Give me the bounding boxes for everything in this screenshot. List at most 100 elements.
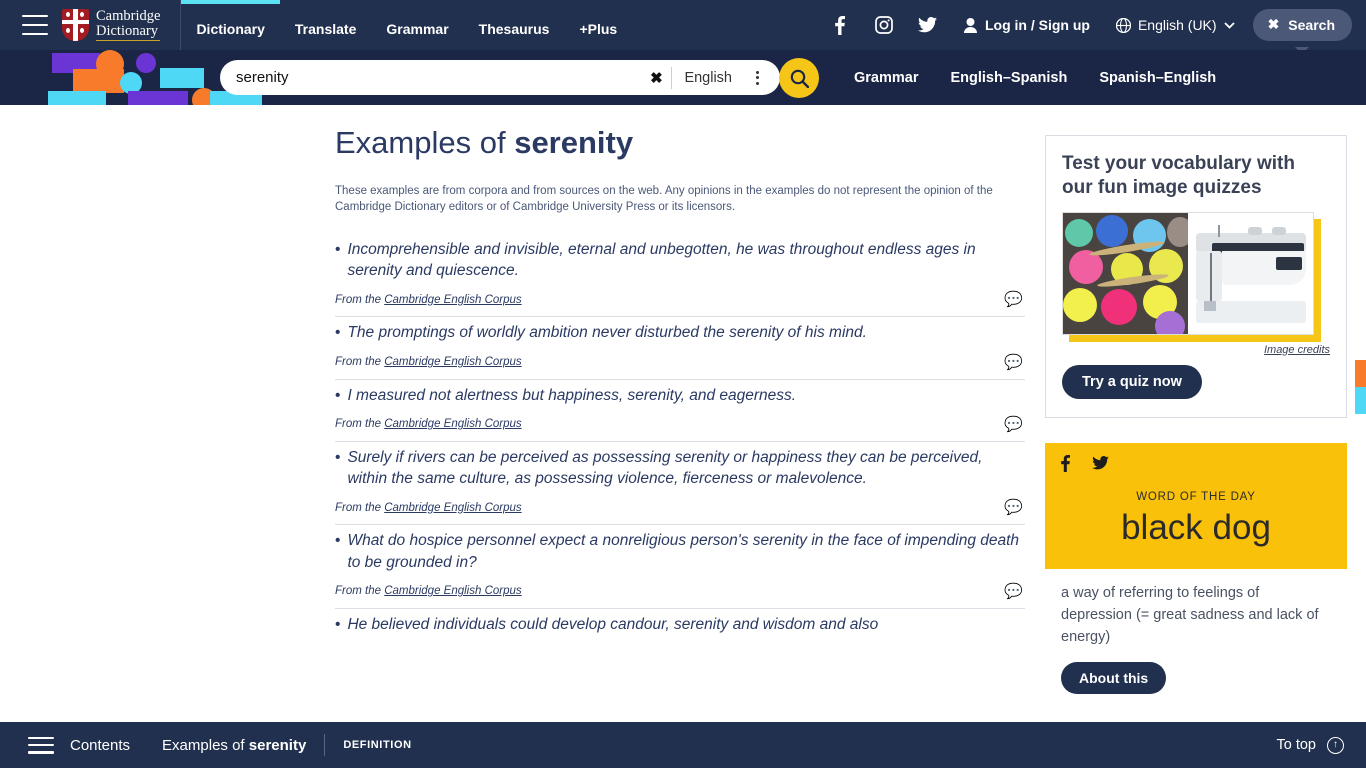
page-title: Examples of serenity <box>335 125 1025 161</box>
search-input[interactable] <box>220 69 642 86</box>
clear-search-icon[interactable]: ✖ <box>641 69 671 87</box>
sewing-machine-photo <box>1188 212 1313 334</box>
quiz-title: Test your vocabulary with our fun image … <box>1062 153 1295 199</box>
about-this-button[interactable]: About this <box>1061 662 1167 695</box>
menu-icon[interactable] <box>22 15 48 35</box>
wotd-word[interactable]: black dog <box>1061 508 1331 548</box>
comment-bubble-icon[interactable]: 💬 <box>1004 417 1025 432</box>
wotd-header: WORD OF THE DAY black dog <box>1045 442 1347 570</box>
search-submit-button[interactable] <box>779 58 819 98</box>
example-source: From the Cambridge English Corpus <box>335 294 522 306</box>
instagram-icon[interactable] <box>862 0 906 50</box>
quicklink-spanish-english[interactable]: Spanish–English <box>1083 70 1232 86</box>
close-icon: ✖ <box>1267 16 1280 32</box>
try-a-quiz-button[interactable]: Try a quiz now <box>1062 364 1202 399</box>
example-source-link[interactable]: Cambridge English Corpus <box>384 356 521 368</box>
example-item: • The promptings of worldly ambition nev… <box>335 317 1025 380</box>
comment-bubble-icon[interactable]: 💬 <box>1004 292 1025 307</box>
bottom-divider <box>324 734 326 756</box>
cambridge-crest-icon <box>62 9 89 41</box>
language-selector[interactable]: English (UK) <box>1104 17 1247 33</box>
brand-wordmark: Cambridge Dictionary <box>96 9 161 41</box>
example-sentence-wrapper: • He believed individuals could develop … <box>335 609 1025 635</box>
example-source: From the Cambridge English Corpus <box>335 356 522 368</box>
from-the-label: From the <box>335 418 385 431</box>
comment-bubble-icon[interactable]: 💬 <box>1004 355 1025 370</box>
quicklink-grammar[interactable]: Grammar <box>838 70 934 86</box>
nav-item-plus[interactable]: +Plus <box>564 0 632 50</box>
page-title-word: serenity <box>514 125 634 160</box>
example-source: From the Cambridge English Corpus <box>335 502 522 514</box>
facebook-icon[interactable] <box>818 0 862 50</box>
globe-icon <box>1115 17 1131 33</box>
login-signup-label: Log in / Sign up <box>984 17 1090 33</box>
arrow-up-icon: ↑ <box>1327 736 1344 754</box>
login-signup-button[interactable]: Log in / Sign up <box>950 17 1104 33</box>
comment-bubble-icon[interactable]: 💬 <box>1004 500 1025 515</box>
from-the-label: From the <box>335 293 385 306</box>
example-source-link[interactable]: Cambridge English Corpus <box>384 294 521 306</box>
example-item: • Surely if rivers can be perceived as p… <box>335 442 1025 526</box>
search-icon <box>790 69 809 88</box>
bullet-icon: • <box>335 615 341 633</box>
wotd-label: WORD OF THE DAY <box>1136 490 1256 503</box>
cyan-square <box>1355 387 1366 414</box>
example-item: • Incomprehensible and invisible, eterna… <box>335 234 1025 318</box>
twitter-icon[interactable] <box>1092 456 1109 475</box>
image-quiz-card: Test your vocabulary with our fun image … <box>1045 135 1366 418</box>
bullet-icon: • <box>335 240 341 258</box>
user-icon <box>963 17 977 33</box>
example-sentence-wrapper: • What do hospice personnel expect a non… <box>335 525 1025 572</box>
example-meta: From the Cambridge English Corpus 💬 <box>335 584 1025 602</box>
example-item: • He believed individuals could develop … <box>335 609 1025 641</box>
quiz-image-wrapper[interactable] <box>1062 211 1321 342</box>
comment-bubble-icon[interactable]: 💬 <box>1004 584 1025 599</box>
bullet-icon: • <box>335 448 341 466</box>
example-sentence-wrapper: • Incomprehensible and invisible, eterna… <box>335 234 1025 281</box>
bullet-icon: • <box>335 532 341 550</box>
nav-item-thesaurus[interactable]: Thesaurus <box>464 0 565 50</box>
twitter-icon[interactable] <box>906 0 950 50</box>
facebook-icon[interactable] <box>1061 454 1070 477</box>
contents-label[interactable]: Contents <box>70 737 130 754</box>
example-sentence: Surely if rivers can be perceived as pos… <box>347 448 983 488</box>
example-sentence: Incomprehensible and invisible, eternal … <box>347 240 976 280</box>
paint-palette-photo <box>1063 212 1188 334</box>
search-language-label[interactable]: English <box>672 70 744 86</box>
example-meta: From the Cambridge English Corpus 💬 <box>335 355 1025 373</box>
quiz-image[interactable] <box>1062 211 1314 335</box>
image-credits-link[interactable]: Image credits <box>1062 344 1330 356</box>
wotd-definition: a way of referring to feelings of depres… <box>1061 585 1319 645</box>
definition-tab[interactable]: DEFINITION <box>343 739 411 751</box>
from-the-label: From the <box>335 585 385 598</box>
examples-column: Examples of serenity These examples are … <box>335 125 1025 641</box>
search-toggle-button[interactable]: ✖ Search <box>1252 9 1352 54</box>
example-meta: From the Cambridge English Corpus 💬 <box>335 417 1025 435</box>
wotd-body: a way of referring to feelings of depres… <box>1045 569 1347 711</box>
language-selector-label: English (UK) <box>1137 17 1217 33</box>
quicklink-english-spanish[interactable]: English–Spanish <box>934 70 1083 86</box>
cambridge-dictionary-logo[interactable]: Cambridge Dictionary <box>62 9 178 41</box>
example-sentence-wrapper: • Surely if rivers can be perceived as p… <box>335 442 1025 489</box>
right-sidebar: Test your vocabulary with our fun image … <box>1045 135 1366 711</box>
nav-item-grammar[interactable]: Grammar <box>371 0 463 50</box>
to-top-button[interactable]: To top ↑ <box>1277 736 1344 754</box>
example-source-link[interactable]: Cambridge English Corpus <box>384 418 521 430</box>
nav-item-dictionary[interactable]: Dictionary <box>181 0 280 50</box>
search-options-icon[interactable] <box>744 65 770 91</box>
example-sentence: I measured not alertness but happiness, … <box>347 386 797 404</box>
example-source-link[interactable]: Cambridge English Corpus <box>384 585 521 597</box>
example-source-link[interactable]: Cambridge English Corpus <box>384 502 521 514</box>
nav-item-translate[interactable]: Translate <box>280 0 371 50</box>
decorative-blocks <box>0 50 262 112</box>
example-sentence: He believed individuals could develop ca… <box>347 615 879 633</box>
bottom-bar: Contents Examples of serenity DEFINITION… <box>0 722 1366 768</box>
primary-nav: Dictionary Translate Grammar Thesaurus +… <box>181 0 632 50</box>
example-source: From the Cambridge English Corpus <box>335 585 522 597</box>
examples-disclaimer: These examples are from corpora and from… <box>335 184 993 214</box>
from-the-label: From the <box>335 356 385 369</box>
contents-menu-icon[interactable] <box>28 736 54 754</box>
breadcrumb[interactable]: Examples of serenity <box>162 737 306 754</box>
secondary-nav: Grammar English–Spanish Spanish–English <box>838 50 1232 105</box>
example-source: From the Cambridge English Corpus <box>335 418 522 430</box>
